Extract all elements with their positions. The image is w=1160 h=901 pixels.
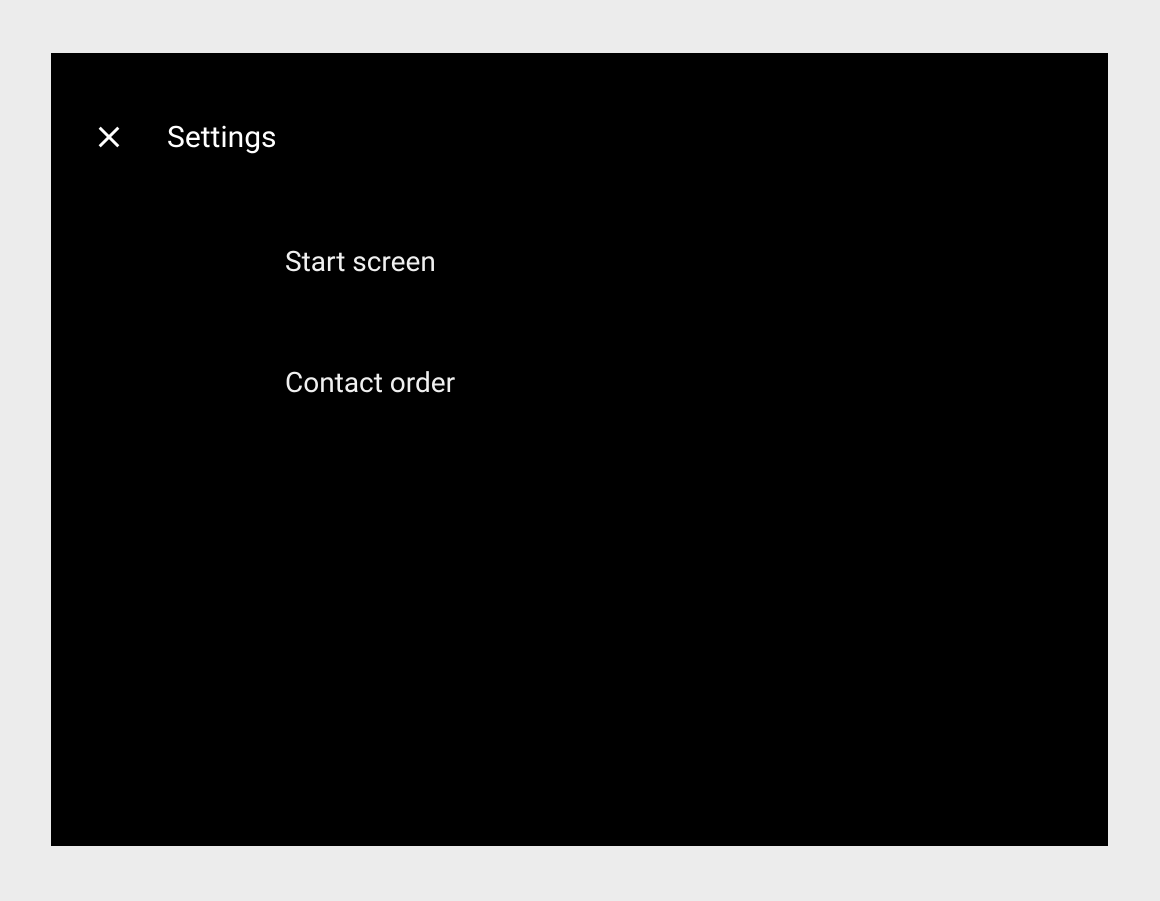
settings-list: Start screen Contact order: [51, 159, 1108, 409]
close-icon: [95, 123, 123, 151]
settings-window: Settings Start screen Contact order: [51, 53, 1108, 846]
settings-item-contact-order[interactable]: Contact order: [285, 356, 1108, 409]
header: Settings: [51, 53, 1108, 159]
page-title: Settings: [167, 120, 277, 155]
close-button[interactable]: [87, 115, 131, 159]
settings-item-start-screen[interactable]: Start screen: [285, 235, 1108, 288]
settings-item-label: Contact order: [285, 366, 455, 399]
settings-item-label: Start screen: [285, 245, 436, 278]
